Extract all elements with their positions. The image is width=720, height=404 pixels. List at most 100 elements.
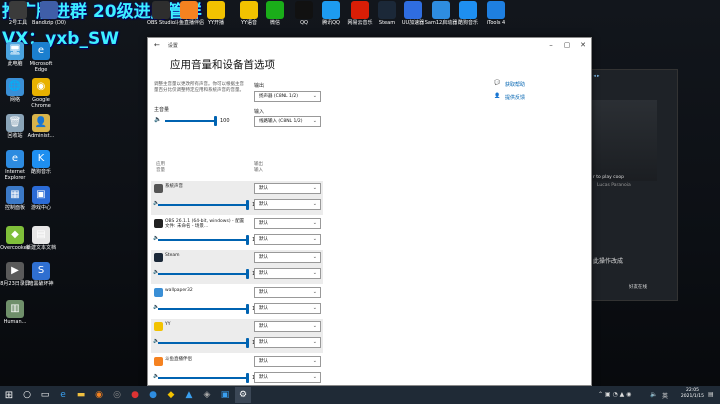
app-output-value: 默认 bbox=[259, 358, 268, 364]
desktop-shortcut[interactable]: S 暗黑破坏神 bbox=[26, 262, 56, 287]
taskbar-app-icon[interactable]: ● bbox=[127, 387, 143, 403]
app-input-dropdown[interactable]: 默认 ⌄ bbox=[254, 199, 321, 210]
file-explorer-icon[interactable]: ▬ bbox=[73, 387, 89, 403]
app-output-dropdown[interactable]: 默认 ⌄ bbox=[254, 183, 321, 194]
desktop-shortcut[interactable]: K 酷狗音乐 bbox=[26, 150, 56, 175]
search-icon[interactable]: ○ bbox=[19, 387, 35, 403]
col-volume-label: 音量 bbox=[156, 167, 165, 173]
chevron-down-icon: ⌄ bbox=[312, 357, 317, 364]
app-name: OBS 26.1.1 (64-bit, windows) - 配置文件: 未命名… bbox=[165, 218, 245, 230]
feedback-link[interactable]: 提供反馈 bbox=[505, 94, 525, 101]
app-icon bbox=[432, 1, 450, 19]
speaker-icon[interactable]: 🔈 bbox=[154, 116, 161, 123]
app-input-dropdown[interactable]: 默认 ⌄ bbox=[254, 233, 321, 245]
clock[interactable]: 22:05 2021/1/15 bbox=[681, 388, 704, 400]
app-output-dropdown[interactable]: 默认 ⌄ bbox=[254, 355, 321, 367]
master-volume-label: 主音量 bbox=[154, 107, 170, 113]
app-input-dropdown[interactable]: 默认 ⌄ bbox=[254, 371, 321, 383]
minimize-button[interactable]: – bbox=[543, 38, 559, 52]
app-volume-slider[interactable] bbox=[158, 269, 249, 279]
app-volume-slider[interactable] bbox=[158, 372, 249, 383]
app-icon: e bbox=[6, 150, 24, 168]
desktop-shortcut[interactable]: 👤 Administ... bbox=[26, 114, 56, 139]
app-volume-slider[interactable] bbox=[158, 303, 249, 314]
output-device-value: 扬声器 (C8NL 1/2) bbox=[259, 94, 298, 99]
desktop-shortcut[interactable]: ▤ 新建文本文档 bbox=[26, 226, 56, 251]
desktop-shortcut[interactable]: iTools 4 bbox=[479, 1, 513, 26]
shortcut-label: YY开播 bbox=[207, 20, 225, 26]
app-icon bbox=[180, 1, 198, 19]
background-window[interactable]: ▪ ◂ ▸ r to play coop Lucas Paranoia 此操作改… bbox=[578, 69, 678, 301]
app-output-dropdown[interactable]: 默认 ⌄ bbox=[254, 252, 321, 263]
app-icon bbox=[266, 1, 284, 19]
desktop-shortcut[interactable]: ◉ Google Chrome bbox=[26, 78, 56, 109]
slider-fill bbox=[158, 376, 248, 379]
speaker-tray-icon[interactable]: 🔈 bbox=[650, 391, 657, 398]
app-input-dropdown[interactable]: 默认 ⌄ bbox=[254, 268, 321, 279]
notification-icon[interactable]: ▤ bbox=[708, 391, 714, 398]
desktop-shortcut[interactable]: e Microsoft Edge bbox=[26, 42, 56, 73]
app-icon: 🌐 bbox=[6, 78, 24, 96]
app-icon bbox=[322, 1, 340, 19]
chevron-down-icon: ⌄ bbox=[312, 185, 317, 191]
taskbar-app-icon[interactable]: ◎ bbox=[109, 387, 125, 403]
slider-thumb[interactable] bbox=[246, 234, 249, 245]
master-volume-slider[interactable] bbox=[165, 116, 217, 126]
app-volume-slider[interactable] bbox=[158, 200, 249, 210]
app-volume-slider[interactable] bbox=[158, 234, 249, 245]
input-device-value: 线路输入 (C8NL 1/2) bbox=[259, 119, 303, 124]
slider-thumb[interactable] bbox=[246, 269, 249, 279]
steam-icon[interactable]: ◈ bbox=[199, 387, 215, 403]
col-app-label: 应用 bbox=[156, 162, 165, 167]
shortcut-label: 游戏中心 bbox=[30, 205, 51, 211]
app-icon bbox=[207, 1, 225, 19]
slider-thumb[interactable] bbox=[246, 338, 249, 348]
desktop-shortcut[interactable]: YY开播 bbox=[199, 1, 233, 26]
app-row: OBS 26.1.1 (64-bit, windows) - 配置文件: 未命名… bbox=[151, 216, 323, 250]
shortcut-label: 酷狗音乐 bbox=[30, 169, 51, 175]
close-button[interactable]: ✕ bbox=[575, 38, 591, 52]
app-icon: 🖥 bbox=[6, 42, 24, 60]
output-label: 输出 bbox=[254, 83, 265, 89]
chevron-down-icon: ⌄ bbox=[312, 93, 317, 99]
app-input-value: 默认 bbox=[259, 236, 268, 242]
app-output-dropdown[interactable]: 默认 ⌄ bbox=[254, 286, 321, 298]
app-output-dropdown[interactable]: 默认 ⌄ bbox=[254, 217, 321, 229]
desktop-shortcut[interactable]: ▥ Human... bbox=[0, 300, 30, 325]
app-input-dropdown[interactable]: 默认 ⌄ bbox=[254, 337, 321, 348]
slider-thumb[interactable] bbox=[246, 200, 249, 210]
edge-icon[interactable]: e bbox=[55, 387, 71, 403]
app-input-value: 默认 bbox=[259, 202, 268, 207]
app-volume-slider[interactable] bbox=[158, 338, 249, 348]
taskbar-app-icon[interactable]: ◆ bbox=[163, 387, 179, 403]
chevron-down-icon: ⌄ bbox=[312, 270, 317, 276]
desktop-shortcut[interactable]: Bandizip (D0) bbox=[32, 1, 66, 26]
app-output-dropdown[interactable]: 默认 ⌄ bbox=[254, 321, 321, 332]
settings-gear-icon[interactable]: ⚙ bbox=[235, 387, 251, 403]
output-device-dropdown[interactable]: 扬声器 (C8NL 1/2) ⌄ bbox=[254, 91, 321, 102]
app-icon bbox=[487, 1, 505, 19]
taskbar-app-icon[interactable]: ● bbox=[145, 387, 161, 403]
app-icon: ◉ bbox=[32, 78, 50, 96]
start-button[interactable]: ⊞ bbox=[1, 387, 17, 403]
slider-thumb[interactable] bbox=[246, 303, 249, 314]
back-arrow-icon[interactable]: ← bbox=[154, 41, 160, 49]
app-input-dropdown[interactable]: 默认 ⌄ bbox=[254, 302, 321, 314]
chevron-down-icon: ⌄ bbox=[312, 235, 317, 242]
bg-text-2: Lucas Paranoia bbox=[597, 183, 631, 188]
desktop-shortcut[interactable]: 2号工具 bbox=[1, 1, 35, 26]
chevron-down-icon: ⌄ bbox=[312, 288, 317, 295]
taskbar-app-icon[interactable]: ▲ bbox=[181, 387, 197, 403]
slider-thumb[interactable] bbox=[246, 372, 249, 383]
lang-indicator[interactable]: 英 bbox=[662, 391, 668, 400]
taskbar-app-icon[interactable]: ◉ bbox=[91, 387, 107, 403]
shortcut-label: 新建文本文档 bbox=[26, 245, 57, 251]
desktop-shortcut[interactable]: ▣ 游戏中心 bbox=[26, 186, 56, 211]
taskbar-app-icon[interactable]: ▣ bbox=[217, 387, 233, 403]
input-device-dropdown[interactable]: 线路输入 (C8NL 1/2) ⌄ bbox=[254, 116, 321, 127]
tray-icons[interactable]: ⌃ ▣ ◔ ▲ ◉ bbox=[598, 391, 631, 398]
task-view-icon[interactable]: ▭ bbox=[37, 387, 53, 403]
maximize-button[interactable]: ▢ bbox=[559, 38, 575, 52]
help-link[interactable]: 获取帮助 bbox=[505, 81, 525, 88]
app-icon: ▤ bbox=[32, 226, 50, 244]
